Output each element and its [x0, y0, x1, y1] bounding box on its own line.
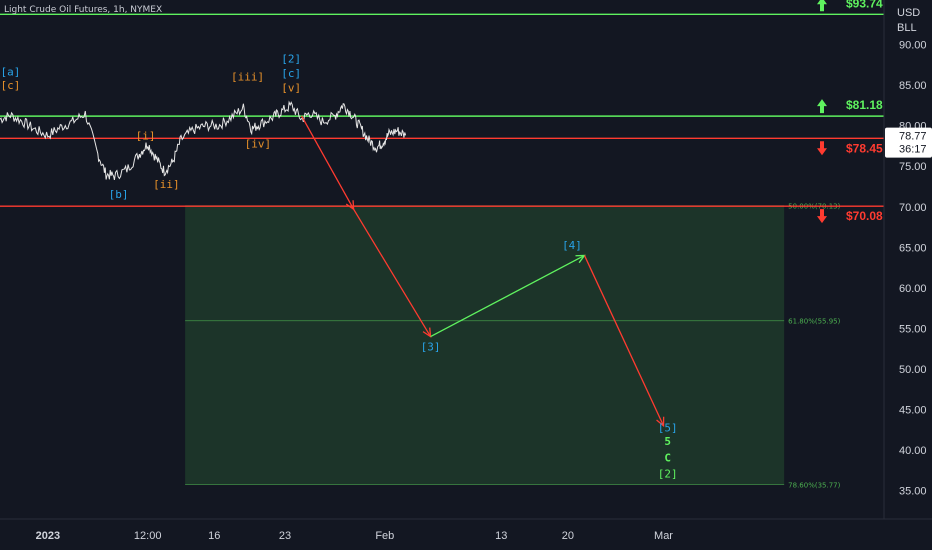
arrow-down-icon [817, 141, 827, 156]
level-label: $78.45 [846, 141, 883, 155]
wave-label: [v] [281, 82, 301, 95]
wave-label: C [664, 451, 671, 464]
wave-label: [ii] [153, 178, 180, 191]
wave-label: 5 [664, 435, 671, 448]
level-label: $93.74 [846, 0, 883, 10]
wave-label: [2] [658, 468, 678, 481]
fib-label: 61.80%(55.95) [788, 318, 840, 326]
price-line [0, 100, 407, 181]
wave-label: [2] [281, 52, 301, 65]
y-tick-label: 85.00 [899, 80, 927, 92]
target-zone [185, 206, 785, 485]
x-tick-label: 23 [279, 530, 291, 542]
wave-label: [c] [281, 67, 301, 80]
y-tick-label: 60.00 [899, 283, 927, 295]
level-label: $70.08 [846, 209, 883, 223]
target-zone-layer [185, 206, 785, 485]
y-tick-label: 90.00 [899, 40, 927, 52]
arrow-down-icon [817, 209, 827, 224]
current-price-value: 78.77 [899, 131, 927, 143]
projection-segment [301, 115, 355, 210]
bar-countdown: 36:17 [899, 144, 927, 156]
price-chart[interactable]: 50.00%(70.13)61.80%(55.95)78.60%(35.77) … [0, 0, 932, 550]
arrow-up-icon [817, 99, 827, 114]
wave-label: [3] [421, 340, 441, 353]
x-tick-label: 20 [562, 530, 574, 542]
x-tick-label: 2023 [36, 530, 60, 542]
y-tick-label: 65.00 [899, 242, 927, 254]
price-series-layer [0, 100, 407, 181]
y-tick-label: 50.00 [899, 364, 927, 376]
x-tick-label: Mar [654, 530, 673, 542]
wave-label: [iii] [231, 70, 264, 83]
x-tick-label: 13 [495, 530, 507, 542]
fib-label: 78.60%(35.77) [788, 481, 840, 489]
y-tick-label: 35.00 [899, 486, 927, 498]
unit-label: BLL [897, 22, 917, 34]
currency-label: USD [897, 7, 921, 19]
wave-label: [a] [0, 65, 20, 78]
horizontal-levels: $93.74 $81.18 $78.45 $70.08 [0, 0, 884, 224]
chart-title: Light Crude Oil Futures, 1h, NYMEX [4, 5, 163, 15]
wave-label: [5] [658, 421, 678, 434]
wave-label: [4] [562, 239, 582, 252]
wave-label: [c] [0, 79, 20, 92]
y-tick-label: 40.00 [899, 445, 927, 457]
price-axis-currency: USD BLL [897, 6, 920, 36]
level-label: $81.18 [846, 98, 883, 112]
x-tick-label: 16 [208, 530, 220, 542]
y-tick-label: 70.00 [899, 202, 927, 214]
wave-label: [b] [109, 188, 129, 201]
x-tick-label: 12:00 [134, 530, 162, 542]
y-tick-label: 55.00 [899, 323, 927, 335]
y-tick-label: 75.00 [899, 161, 927, 173]
y-tick-label: 45.00 [899, 405, 927, 417]
wave-label: [iv] [245, 138, 272, 151]
arrow-up-icon [817, 0, 827, 12]
x-tick-label: Feb [375, 530, 394, 542]
wave-label: [i] [136, 129, 156, 142]
